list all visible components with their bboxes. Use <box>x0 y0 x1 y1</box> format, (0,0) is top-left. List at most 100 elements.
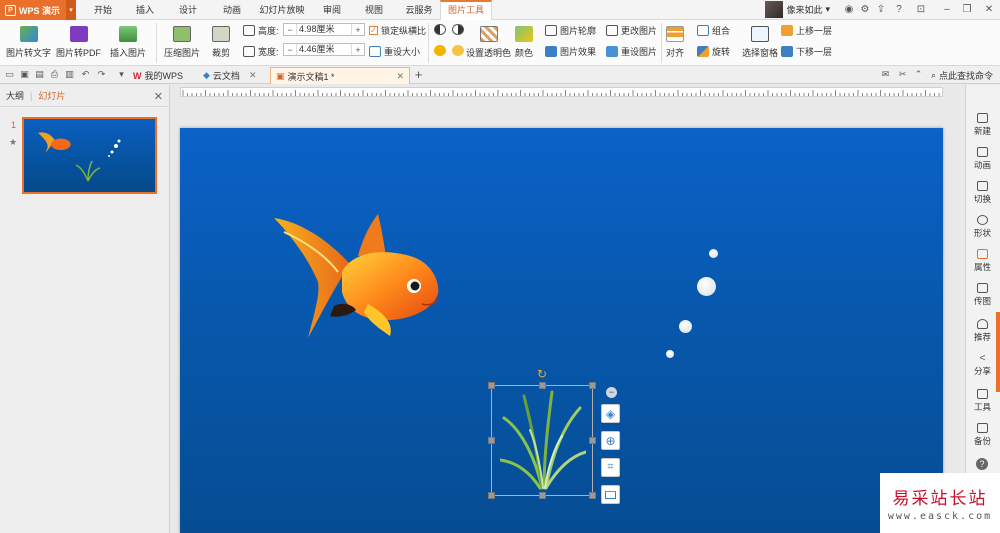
tab-animation[interactable]: 动画 <box>212 0 252 20</box>
command-search-label[interactable]: 点此查找命令 <box>939 69 993 82</box>
collapse-icon[interactable]: − <box>606 387 617 398</box>
compress-picture-button[interactable]: 压缩图片 <box>164 26 200 59</box>
slide-canvas[interactable]: ↻ − ◈ ⊕ ⌗ <box>180 128 943 533</box>
print-icon[interactable]: ⎙ <box>49 69 60 80</box>
tools-icon[interactable]: ✂ <box>897 69 908 80</box>
close-icon[interactable]: ✕ <box>982 2 996 17</box>
resize-handle[interactable] <box>539 492 546 499</box>
sidebar-item-transition[interactable]: 切换 <box>966 181 999 205</box>
reset-picture-button[interactable]: 重设图片 <box>606 45 657 58</box>
undo-icon[interactable]: ↶ <box>80 69 91 80</box>
minus-icon[interactable]: − <box>284 45 296 55</box>
close-icon[interactable]: ✕ <box>154 90 163 103</box>
checkbox-checked-icon[interactable]: ✓ <box>369 26 378 35</box>
bring-forward-button[interactable]: 上移一层 <box>781 24 832 37</box>
app-menu-button[interactable]: P WPS 演示 ▾ <box>0 0 76 20</box>
pin-icon[interactable]: ⊡ <box>914 2 928 17</box>
resize-handle[interactable] <box>488 492 495 499</box>
tab-document[interactable]: ▣ 演示文稿1 * ✕ <box>270 67 410 84</box>
horizontal-ruler[interactable] <box>180 87 943 97</box>
skin-icon[interactable]: ◉ <box>842 2 856 17</box>
selection-pane-button[interactable]: 选择窗格 <box>742 26 778 59</box>
tab-view[interactable]: 视图 <box>356 0 392 20</box>
sidebar-item-backup[interactable]: 备份 <box>966 423 999 447</box>
picture-outline-button[interactable]: 图片轮廓 <box>545 24 596 37</box>
preview-icon[interactable]: ▥ <box>64 69 75 80</box>
sidebar-expand-handle[interactable] <box>996 312 1000 392</box>
help-icon[interactable]: ? <box>892 2 906 17</box>
pic-to-text-button[interactable]: 图片转文字 <box>6 26 51 59</box>
minimize-icon[interactable]: – <box>940 2 954 17</box>
export-icon[interactable]: ▤ <box>34 69 45 80</box>
send-backward-button[interactable]: 下移一层 <box>781 45 832 58</box>
help-icon[interactable]: ? <box>976 458 988 470</box>
chevron-up-icon[interactable]: ⌃ <box>913 69 924 80</box>
tab-my-wps[interactable]: W 我的WPS <box>128 67 188 84</box>
contrast-buttons[interactable] <box>434 24 464 35</box>
sidebar-item-animation[interactable]: 动画 <box>966 147 999 171</box>
tab-design[interactable]: 设计 <box>168 0 208 20</box>
brightness-buttons[interactable] <box>434 45 464 56</box>
reset-size-button[interactable]: 重设大小 <box>369 45 420 58</box>
resize-handle[interactable] <box>539 382 546 389</box>
plus-icon[interactable]: + <box>352 45 364 55</box>
height-value[interactable]: 4.98厘米 <box>296 24 352 35</box>
settings-icon[interactable]: ⚙ <box>858 2 872 17</box>
resize-handle[interactable] <box>488 437 495 444</box>
pic-to-pdf-button[interactable]: 图片转PDF <box>56 26 101 59</box>
resize-handle[interactable] <box>488 382 495 389</box>
tab-cloud-service[interactable]: 云服务 <box>398 0 440 20</box>
set-transparent-color-button[interactable]: 设置透明色 <box>466 26 511 59</box>
tab-cloud-docs[interactable]: ◆ 云文档 ✕ <box>198 67 261 84</box>
user-account[interactable]: 像来如此 ▾ <box>765 1 830 18</box>
sidebar-item-upload-image[interactable]: 传图 <box>966 283 999 307</box>
sidebar-item-share[interactable]: < 分享 <box>966 353 999 377</box>
lock-ratio-checkbox[interactable]: ✓ 锁定纵横比 <box>369 24 426 37</box>
layer-button[interactable]: ◈ <box>601 404 620 423</box>
align-button[interactable]: 对齐 <box>666 26 684 59</box>
tab-outline[interactable]: 大纲 <box>6 89 24 102</box>
change-picture-button[interactable]: 更改图片 <box>606 24 657 37</box>
feedback-icon[interactable]: ✉ <box>880 69 891 80</box>
contrast-increase-icon[interactable] <box>434 24 446 35</box>
sidebar-item-recommend[interactable]: 推荐 <box>966 319 999 343</box>
tab-insert[interactable]: 插入 <box>126 0 164 20</box>
resize-handle[interactable] <box>589 382 596 389</box>
height-stepper[interactable]: − 4.98厘米 + <box>283 23 365 36</box>
rotate-button[interactable]: 旋转 <box>697 45 730 58</box>
brightness-decrease-icon[interactable] <box>452 45 464 56</box>
picture-effect-button[interactable]: 图片效果 <box>545 45 596 58</box>
add-tab-button[interactable]: + <box>413 68 424 81</box>
sidebar-item-new[interactable]: 新建 <box>966 113 999 137</box>
goldfish-picture[interactable] <box>272 212 444 344</box>
tab-slides[interactable]: 幻灯片 <box>38 89 65 102</box>
open-folder-icon[interactable]: ▭ <box>4 69 15 80</box>
rotate-handle-icon[interactable]: ↻ <box>536 368 548 380</box>
crop-float-button[interactable]: ⌗ <box>601 458 620 477</box>
redo-icon[interactable]: ↷ <box>96 69 107 80</box>
tab-slideshow[interactable]: 幻灯片放映 <box>256 0 308 20</box>
resize-handle[interactable] <box>589 437 596 444</box>
tab-home[interactable]: 开始 <box>84 0 122 20</box>
selected-grass-picture[interactable]: ↻ <box>488 368 596 499</box>
insert-picture-button[interactable]: 插入图片 <box>110 26 146 59</box>
minus-icon[interactable]: − <box>284 25 296 35</box>
close-icon[interactable]: ✕ <box>396 71 404 82</box>
restore-icon[interactable]: ❐ <box>960 2 974 17</box>
share-icon[interactable]: ⇪ <box>874 2 888 17</box>
plus-icon[interactable]: + <box>352 25 364 35</box>
close-icon[interactable]: ✕ <box>249 70 257 81</box>
resize-handle[interactable] <box>589 492 596 499</box>
color-button[interactable]: 颜色 <box>515 26 533 59</box>
crop-button[interactable]: 裁剪 <box>212 26 230 59</box>
contrast-decrease-icon[interactable] <box>452 24 464 35</box>
width-stepper[interactable]: − 4.46厘米 + <box>283 43 365 56</box>
tab-review[interactable]: 审阅 <box>314 0 350 20</box>
command-search[interactable]: ⌕ 点此查找命令 <box>931 69 993 82</box>
tab-picture-tools[interactable]: 图片工具 <box>440 0 492 20</box>
chevron-down-icon[interactable]: ▾ <box>116 69 127 80</box>
save-icon[interactable]: ▣ <box>19 69 30 80</box>
zoom-button[interactable]: ⊕ <box>601 431 620 450</box>
brightness-increase-icon[interactable] <box>434 45 446 56</box>
sidebar-item-tools[interactable]: 工具 <box>966 389 999 413</box>
